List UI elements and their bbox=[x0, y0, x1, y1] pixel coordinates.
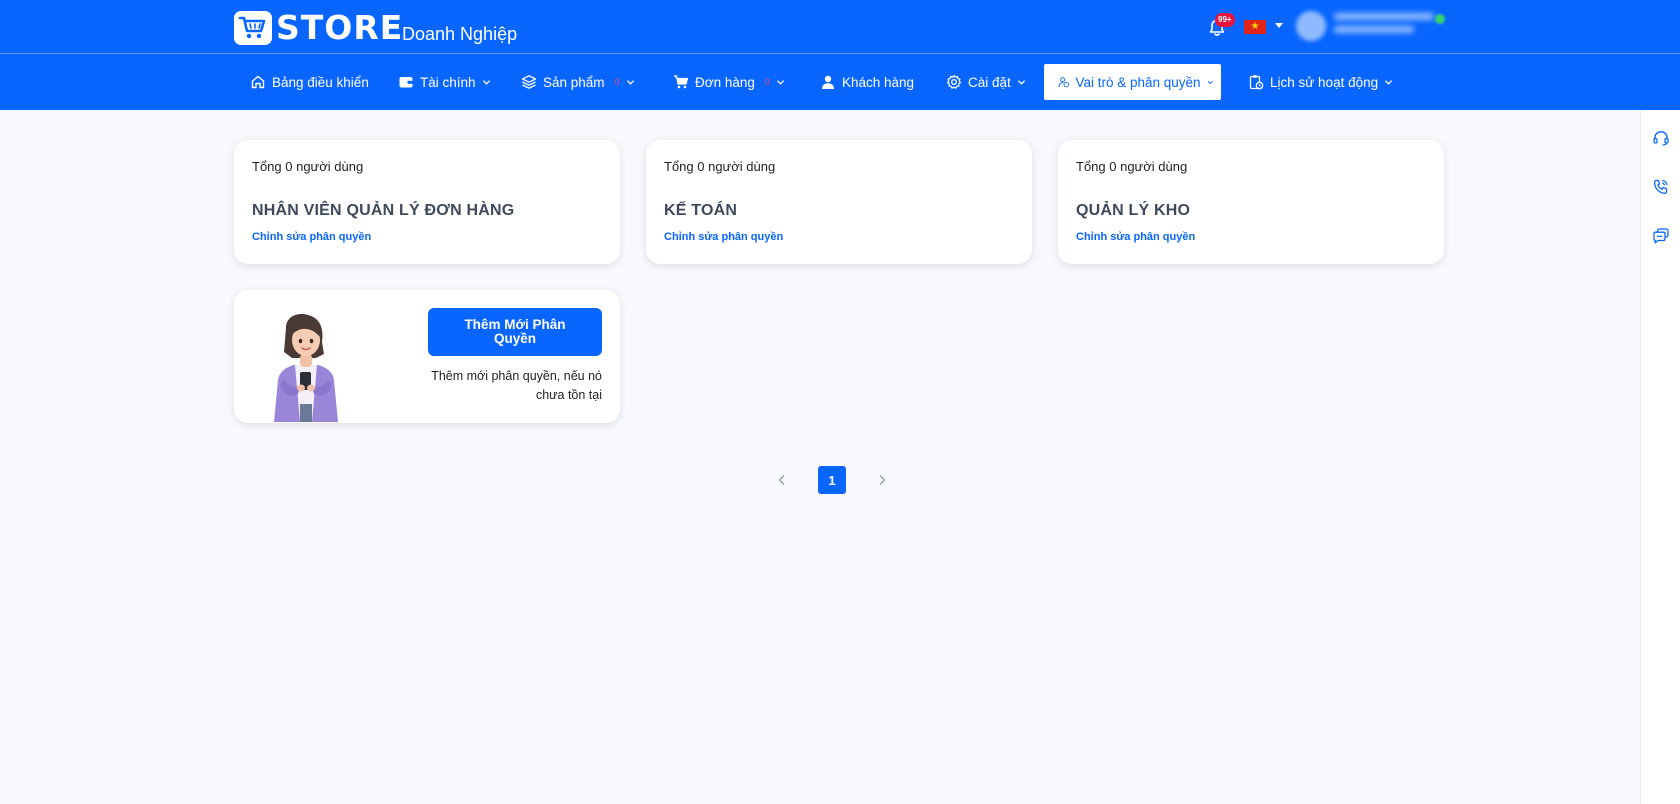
chevron-down-icon bbox=[626, 79, 634, 85]
nav-item-settings[interactable]: Cài đặt bbox=[938, 64, 1034, 100]
cart-logo-icon bbox=[234, 11, 272, 45]
top-header: STORE Doanh Nghiệp 99+ ★ bbox=[0, 0, 1680, 54]
nav-label: Bảng điều khiển bbox=[272, 74, 369, 90]
chevron-left-icon bbox=[778, 474, 785, 486]
nav-count-badge: 0 bbox=[614, 77, 620, 87]
caret-down-icon[interactable] bbox=[1275, 23, 1283, 28]
role-user-count: Tổng 0 người dùng bbox=[252, 159, 364, 174]
chevron-down-icon bbox=[1385, 79, 1393, 85]
role-card: Tổng 0 người dùng KẾ TOÁN Chỉnh sửa phân… bbox=[646, 140, 1032, 264]
edit-permission-link[interactable]: Chỉnh sửa phân quyền bbox=[252, 231, 371, 243]
notification-badge: 99+ bbox=[1215, 13, 1235, 27]
next-page-button[interactable] bbox=[868, 466, 896, 494]
chevron-down-icon bbox=[1207, 80, 1213, 84]
add-role-card: Thêm Mới Phân Quyền Thêm mới phân quyền,… bbox=[234, 290, 620, 423]
online-status-dot bbox=[1435, 14, 1445, 24]
role-user-count: Tổng 0 người dùng bbox=[664, 159, 776, 174]
role-user-count: Tổng 0 người dùng bbox=[1076, 159, 1188, 174]
layers-icon bbox=[521, 75, 537, 89]
home-icon bbox=[251, 75, 265, 89]
add-permission-description: Thêm mới phân quyền, nếu nó chưa tồn tại bbox=[431, 369, 602, 402]
clipboard-clock-icon bbox=[1249, 75, 1264, 90]
add-permission-button[interactable]: Thêm Mới Phân Quyền bbox=[428, 308, 602, 356]
nav-label: Lịch sử hoạt động bbox=[1270, 74, 1379, 90]
nav-item-activity-history[interactable]: Lịch sử hoạt động bbox=[1240, 64, 1401, 100]
chat-icon[interactable] bbox=[1652, 227, 1670, 245]
nav-item-finance[interactable]: Tài chính bbox=[390, 64, 499, 100]
avatar[interactable] bbox=[1296, 11, 1326, 41]
nav-label: Sản phẩm bbox=[543, 74, 605, 90]
main-nav: Bảng điều khiển Tài chính Sản phẩm 0 Đơn… bbox=[0, 54, 1680, 110]
chevron-down-icon bbox=[776, 79, 785, 85]
chevron-down-icon bbox=[482, 79, 490, 85]
role-name: NHÂN VIÊN QUẢN LÝ ĐƠN HÀNG bbox=[252, 202, 515, 219]
vietnam-flag-icon[interactable]: ★ bbox=[1244, 20, 1266, 34]
nav-item-customers[interactable]: Khách hàng bbox=[812, 64, 922, 100]
nav-item-roles-permissions[interactable]: Vai trò & phân quyền bbox=[1044, 64, 1221, 100]
nav-label: Đơn hàng bbox=[695, 74, 755, 90]
chevron-down-icon bbox=[1017, 79, 1025, 85]
store-logo[interactable]: STORE bbox=[234, 10, 403, 46]
page-number-current[interactable]: 1 bbox=[818, 466, 846, 494]
brand-subtitle: Doanh Nghiệp bbox=[402, 24, 518, 44]
nav-item-dashboard[interactable]: Bảng điều khiển bbox=[242, 64, 377, 100]
role-name: QUẢN LÝ KHO bbox=[1076, 202, 1191, 219]
nav-label: Vai trò & phân quyền bbox=[1075, 74, 1201, 90]
nav-item-orders[interactable]: Đơn hàng 0 bbox=[665, 64, 793, 100]
nav-item-products[interactable]: Sản phẩm 0 bbox=[513, 64, 643, 100]
wallet-icon bbox=[399, 77, 413, 88]
nav-label: Tài chính bbox=[420, 74, 476, 90]
nav-label: Cài đặt bbox=[968, 74, 1011, 90]
role-name: KẾ TOÁN bbox=[664, 202, 738, 219]
support-rail bbox=[1640, 110, 1680, 804]
phone-call-icon[interactable] bbox=[1652, 178, 1670, 196]
headset-icon[interactable] bbox=[1652, 129, 1670, 147]
prev-page-button[interactable] bbox=[768, 466, 796, 494]
woman-with-phone-illustration bbox=[274, 314, 338, 422]
role-card: Tổng 0 người dùng NHÂN VIÊN QUẢN LÝ ĐƠN … bbox=[234, 140, 620, 264]
cart-icon bbox=[674, 75, 689, 89]
user-shield-icon bbox=[1058, 77, 1069, 88]
user-icon bbox=[822, 75, 834, 89]
edit-permission-link[interactable]: Chỉnh sửa phân quyền bbox=[1076, 231, 1195, 243]
nav-count-badge: 0 bbox=[764, 77, 770, 87]
edit-permission-link[interactable]: Chỉnh sửa phân quyền bbox=[664, 231, 783, 243]
role-card: Tổng 0 người dùng QUẢN LÝ KHO Chỉnh sửa … bbox=[1058, 140, 1444, 264]
logo-text: STORE bbox=[276, 8, 404, 47]
chevron-right-icon bbox=[879, 474, 886, 486]
user-info-blurred[interactable] bbox=[1334, 13, 1446, 41]
nav-label: Khách hàng bbox=[842, 74, 915, 90]
gear-icon bbox=[946, 74, 962, 89]
pagination: 1 bbox=[768, 466, 896, 494]
